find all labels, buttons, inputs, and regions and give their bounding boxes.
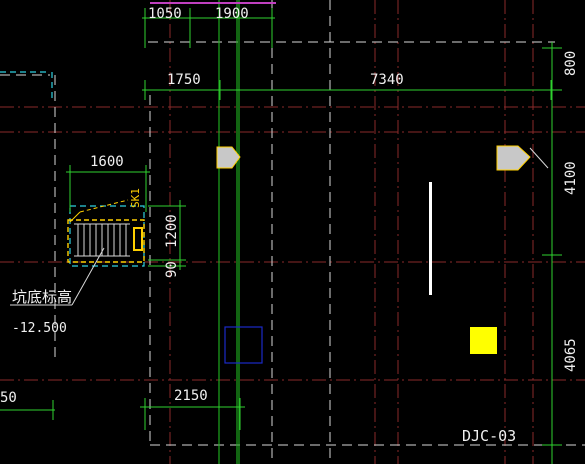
dim-text-right-top: 800	[563, 51, 579, 76]
dim-text-row2-b: 7340	[370, 72, 404, 88]
dim-text-pit-offset: 90	[164, 261, 180, 278]
cad-drawing[interactable]: 1050 1900 1750 7340 1600 1200 90 2150 50…	[0, 0, 585, 464]
pit-sump	[133, 227, 143, 251]
foundation-outlines	[0, 0, 585, 464]
wall-segment[interactable]	[429, 182, 432, 295]
pit-cyan-outline	[69, 205, 145, 267]
cad-drawing-canvas[interactable]: 1050 1900 1750 7340 1600 1200 90 2150 50…	[0, 0, 585, 464]
pit-elevation-label: 坑底标高	[12, 288, 72, 306]
dim-text-row2-a: 1750	[167, 72, 201, 88]
dim-text-top-b: 1900	[215, 6, 249, 22]
dim-text-left-partial: 50	[0, 390, 17, 406]
column-lines	[218, 0, 240, 464]
dim-text-top-a: 1050	[148, 6, 182, 22]
dim-text-right-mid: 4100	[563, 161, 579, 195]
dim-text-pit-width: 1600	[90, 154, 124, 170]
dim-text-bottom: 2150	[174, 388, 208, 404]
pit-code-label: SK1	[129, 188, 142, 208]
dim-text-right-bottom: 4065	[563, 338, 579, 372]
elevation-leader	[71, 247, 105, 306]
pit-elevation-value: -12.500	[12, 321, 67, 336]
dim-text-pit-height: 1200	[164, 214, 180, 248]
column-marker-arrow[interactable]	[496, 145, 531, 171]
column-blue[interactable]	[224, 326, 263, 364]
foundation-code-label: DJC-03	[462, 427, 516, 445]
pit-sk1[interactable]	[67, 199, 145, 263]
column-yellow[interactable]	[470, 327, 497, 354]
axis-lines	[0, 0, 585, 464]
